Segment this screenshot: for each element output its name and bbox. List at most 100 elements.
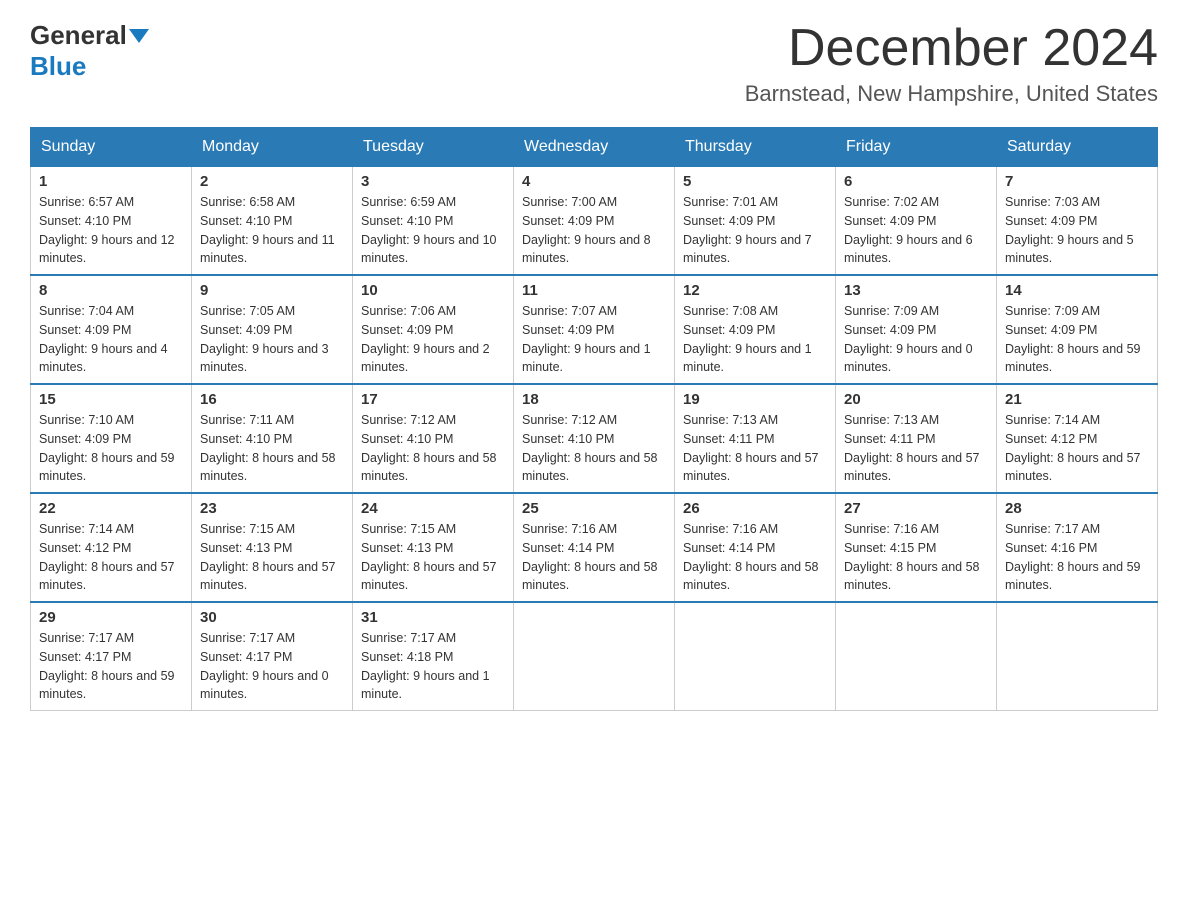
day-number: 2 <box>200 173 344 190</box>
calendar-cell <box>514 602 675 711</box>
calendar-cell: 31 Sunrise: 7:17 AMSunset: 4:18 PMDaylig… <box>353 602 514 711</box>
calendar-cell: 3 Sunrise: 6:59 AMSunset: 4:10 PMDayligh… <box>353 167 514 276</box>
calendar-cell: 26 Sunrise: 7:16 AMSunset: 4:14 PMDaylig… <box>675 493 836 602</box>
day-of-week-header: Friday <box>836 128 997 167</box>
day-number: 3 <box>361 173 505 190</box>
day-number: 18 <box>522 391 666 408</box>
calendar-cell: 27 Sunrise: 7:16 AMSunset: 4:15 PMDaylig… <box>836 493 997 602</box>
calendar-week-row: 1 Sunrise: 6:57 AMSunset: 4:10 PMDayligh… <box>31 167 1158 276</box>
day-number: 4 <box>522 173 666 190</box>
calendar-cell: 6 Sunrise: 7:02 AMSunset: 4:09 PMDayligh… <box>836 167 997 276</box>
title-area: December 2024 Barnstead, New Hampshire, … <box>745 20 1158 107</box>
day-number: 26 <box>683 500 827 517</box>
calendar-cell: 11 Sunrise: 7:07 AMSunset: 4:09 PMDaylig… <box>514 275 675 384</box>
day-number: 24 <box>361 500 505 517</box>
day-info: Sunrise: 7:03 AMSunset: 4:09 PMDaylight:… <box>1005 195 1134 265</box>
day-info: Sunrise: 7:02 AMSunset: 4:09 PMDaylight:… <box>844 195 973 265</box>
day-number: 20 <box>844 391 988 408</box>
calendar-cell: 7 Sunrise: 7:03 AMSunset: 4:09 PMDayligh… <box>997 167 1158 276</box>
day-info: Sunrise: 7:17 AMSunset: 4:16 PMDaylight:… <box>1005 522 1141 592</box>
calendar-week-row: 8 Sunrise: 7:04 AMSunset: 4:09 PMDayligh… <box>31 275 1158 384</box>
day-of-week-header: Monday <box>192 128 353 167</box>
day-info: Sunrise: 7:11 AMSunset: 4:10 PMDaylight:… <box>200 413 336 483</box>
day-info: Sunrise: 7:01 AMSunset: 4:09 PMDaylight:… <box>683 195 812 265</box>
day-info: Sunrise: 7:13 AMSunset: 4:11 PMDaylight:… <box>683 413 819 483</box>
day-number: 8 <box>39 282 183 299</box>
day-info: Sunrise: 7:14 AMSunset: 4:12 PMDaylight:… <box>1005 413 1141 483</box>
calendar-cell: 9 Sunrise: 7:05 AMSunset: 4:09 PMDayligh… <box>192 275 353 384</box>
calendar-cell: 1 Sunrise: 6:57 AMSunset: 4:10 PMDayligh… <box>31 167 192 276</box>
day-info: Sunrise: 7:14 AMSunset: 4:12 PMDaylight:… <box>39 522 175 592</box>
calendar-cell: 17 Sunrise: 7:12 AMSunset: 4:10 PMDaylig… <box>353 384 514 493</box>
day-info: Sunrise: 7:06 AMSunset: 4:09 PMDaylight:… <box>361 304 490 374</box>
day-number: 14 <box>1005 282 1149 299</box>
calendar-cell: 28 Sunrise: 7:17 AMSunset: 4:16 PMDaylig… <box>997 493 1158 602</box>
day-info: Sunrise: 7:16 AMSunset: 4:15 PMDaylight:… <box>844 522 980 592</box>
calendar-cell: 18 Sunrise: 7:12 AMSunset: 4:10 PMDaylig… <box>514 384 675 493</box>
day-number: 29 <box>39 609 183 626</box>
day-number: 7 <box>1005 173 1149 190</box>
day-number: 13 <box>844 282 988 299</box>
day-info: Sunrise: 7:04 AMSunset: 4:09 PMDaylight:… <box>39 304 168 374</box>
calendar-week-row: 15 Sunrise: 7:10 AMSunset: 4:09 PMDaylig… <box>31 384 1158 493</box>
calendar-cell: 10 Sunrise: 7:06 AMSunset: 4:09 PMDaylig… <box>353 275 514 384</box>
day-info: Sunrise: 7:10 AMSunset: 4:09 PMDaylight:… <box>39 413 175 483</box>
calendar-cell: 4 Sunrise: 7:00 AMSunset: 4:09 PMDayligh… <box>514 167 675 276</box>
day-number: 9 <box>200 282 344 299</box>
calendar-cell: 30 Sunrise: 7:17 AMSunset: 4:17 PMDaylig… <box>192 602 353 711</box>
day-info: Sunrise: 7:12 AMSunset: 4:10 PMDaylight:… <box>361 413 497 483</box>
day-number: 12 <box>683 282 827 299</box>
calendar-cell: 8 Sunrise: 7:04 AMSunset: 4:09 PMDayligh… <box>31 275 192 384</box>
calendar-cell: 29 Sunrise: 7:17 AMSunset: 4:17 PMDaylig… <box>31 602 192 711</box>
day-of-week-header: Thursday <box>675 128 836 167</box>
calendar-cell: 20 Sunrise: 7:13 AMSunset: 4:11 PMDaylig… <box>836 384 997 493</box>
day-info: Sunrise: 7:17 AMSunset: 4:17 PMDaylight:… <box>39 631 175 701</box>
day-number: 16 <box>200 391 344 408</box>
day-of-week-header: Tuesday <box>353 128 514 167</box>
calendar-cell: 5 Sunrise: 7:01 AMSunset: 4:09 PMDayligh… <box>675 167 836 276</box>
calendar-table: SundayMondayTuesdayWednesdayThursdayFrid… <box>30 127 1158 711</box>
location-title: Barnstead, New Hampshire, United States <box>745 81 1158 107</box>
day-number: 5 <box>683 173 827 190</box>
calendar-week-row: 22 Sunrise: 7:14 AMSunset: 4:12 PMDaylig… <box>31 493 1158 602</box>
day-info: Sunrise: 7:15 AMSunset: 4:13 PMDaylight:… <box>200 522 336 592</box>
day-info: Sunrise: 7:07 AMSunset: 4:09 PMDaylight:… <box>522 304 651 374</box>
day-info: Sunrise: 6:57 AMSunset: 4:10 PMDaylight:… <box>39 195 175 265</box>
day-info: Sunrise: 6:59 AMSunset: 4:10 PMDaylight:… <box>361 195 497 265</box>
calendar-cell: 14 Sunrise: 7:09 AMSunset: 4:09 PMDaylig… <box>997 275 1158 384</box>
calendar-cell: 15 Sunrise: 7:10 AMSunset: 4:09 PMDaylig… <box>31 384 192 493</box>
day-info: Sunrise: 7:13 AMSunset: 4:11 PMDaylight:… <box>844 413 980 483</box>
day-info: Sunrise: 6:58 AMSunset: 4:10 PMDaylight:… <box>200 195 335 265</box>
days-of-week-row: SundayMondayTuesdayWednesdayThursdayFrid… <box>31 128 1158 167</box>
day-info: Sunrise: 7:16 AMSunset: 4:14 PMDaylight:… <box>683 522 819 592</box>
calendar-cell: 13 Sunrise: 7:09 AMSunset: 4:09 PMDaylig… <box>836 275 997 384</box>
day-info: Sunrise: 7:17 AMSunset: 4:17 PMDaylight:… <box>200 631 329 701</box>
day-info: Sunrise: 7:12 AMSunset: 4:10 PMDaylight:… <box>522 413 658 483</box>
calendar-cell <box>675 602 836 711</box>
logo-general: General <box>30 20 127 51</box>
day-number: 15 <box>39 391 183 408</box>
day-of-week-header: Wednesday <box>514 128 675 167</box>
day-number: 28 <box>1005 500 1149 517</box>
day-info: Sunrise: 7:05 AMSunset: 4:09 PMDaylight:… <box>200 304 329 374</box>
day-number: 19 <box>683 391 827 408</box>
calendar-cell: 16 Sunrise: 7:11 AMSunset: 4:10 PMDaylig… <box>192 384 353 493</box>
day-number: 17 <box>361 391 505 408</box>
day-number: 11 <box>522 282 666 299</box>
day-number: 31 <box>361 609 505 626</box>
day-info: Sunrise: 7:09 AMSunset: 4:09 PMDaylight:… <box>844 304 973 374</box>
calendar-cell <box>997 602 1158 711</box>
day-of-week-header: Sunday <box>31 128 192 167</box>
month-title: December 2024 <box>745 20 1158 77</box>
calendar-cell: 23 Sunrise: 7:15 AMSunset: 4:13 PMDaylig… <box>192 493 353 602</box>
calendar-cell: 19 Sunrise: 7:13 AMSunset: 4:11 PMDaylig… <box>675 384 836 493</box>
calendar-cell: 25 Sunrise: 7:16 AMSunset: 4:14 PMDaylig… <box>514 493 675 602</box>
day-number: 30 <box>200 609 344 626</box>
day-number: 10 <box>361 282 505 299</box>
day-of-week-header: Saturday <box>997 128 1158 167</box>
day-info: Sunrise: 7:16 AMSunset: 4:14 PMDaylight:… <box>522 522 658 592</box>
calendar-week-row: 29 Sunrise: 7:17 AMSunset: 4:17 PMDaylig… <box>31 602 1158 711</box>
day-info: Sunrise: 7:09 AMSunset: 4:09 PMDaylight:… <box>1005 304 1141 374</box>
calendar-cell: 22 Sunrise: 7:14 AMSunset: 4:12 PMDaylig… <box>31 493 192 602</box>
calendar-cell <box>836 602 997 711</box>
